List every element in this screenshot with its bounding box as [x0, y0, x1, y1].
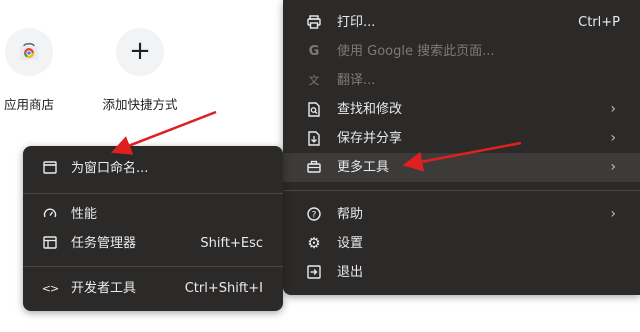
- save-share-icon: [305, 124, 323, 153]
- more-tools-submenu: 为窗口命名... 性能 任务管理器 Shift+Esc <> 开发者工具 Ctr…: [23, 146, 283, 311]
- add-shortcut-tile[interactable]: +: [116, 28, 164, 76]
- menu-divider: [283, 190, 640, 191]
- menu-item-save-share-label: 保存并分享: [337, 131, 403, 146]
- task-manager-icon: [41, 229, 59, 258]
- menu-item-translate[interactable]: 文 翻译...: [283, 66, 640, 95]
- translate-icon: 文: [308, 74, 320, 87]
- window-icon: [41, 154, 59, 183]
- help-icon-glyph: ?: [312, 211, 317, 221]
- submenu-item-task-manager[interactable]: 任务管理器 Shift+Esc: [23, 229, 283, 258]
- gauge-icon: [41, 200, 59, 229]
- submenu-item-name-window-label: 为窗口命名...: [71, 161, 149, 176]
- find-page-icon: [305, 95, 323, 124]
- submenu-divider: [23, 266, 283, 267]
- shortcut-web-store-tile[interactable]: [5, 28, 53, 76]
- submenu-item-performance[interactable]: 性能: [23, 200, 283, 229]
- menu-item-print-label: 打印...: [337, 15, 376, 30]
- menu-item-print-shortcut: Ctrl+P: [578, 15, 620, 30]
- shortcut-web-store-label: 应用商店: [3, 97, 54, 112]
- menu-item-find-edit[interactable]: 查找和修改 ›: [283, 95, 640, 124]
- chevron-right-icon: ›: [610, 101, 616, 117]
- annotation-arrow-name-window: [111, 110, 217, 155]
- menu-item-settings-label: 设置: [337, 236, 364, 251]
- submenu-item-dev-tools-label: 开发者工具: [71, 281, 137, 296]
- shortcut-web-store[interactable]: 应用商店: [0, 28, 84, 113]
- chrome-main-menu: 打印... Ctrl+P G 使用 Google 搜索此页面... 文 翻译..…: [283, 0, 640, 295]
- toolbox-icon: [305, 153, 323, 182]
- submenu-divider: [23, 193, 283, 194]
- submenu-item-task-manager-label: 任务管理器: [71, 236, 137, 251]
- menu-item-more-tools[interactable]: 更多工具 ›: [283, 153, 640, 182]
- add-shortcut-label: 添加快捷方式: [102, 97, 178, 112]
- submenu-item-name-window[interactable]: 为窗口命名...: [23, 154, 283, 183]
- help-icon: ?: [305, 200, 323, 229]
- menu-item-search-google[interactable]: G 使用 Google 搜索此页面...: [283, 37, 640, 66]
- exit-icon: [305, 258, 323, 287]
- submenu-item-performance-label: 性能: [71, 207, 98, 222]
- menu-item-print[interactable]: 打印... Ctrl+P: [283, 8, 640, 37]
- menu-item-translate-label: 翻译...: [337, 73, 376, 88]
- submenu-item-task-manager-shortcut: Shift+Esc: [200, 236, 263, 251]
- code-icon: <>: [41, 282, 59, 295]
- menu-item-exit[interactable]: 退出: [283, 258, 640, 287]
- menu-item-find-edit-label: 查找和修改: [337, 102, 403, 117]
- menu-item-settings[interactable]: ⚙ 设置: [283, 229, 640, 258]
- chevron-right-icon: ›: [610, 159, 616, 175]
- chevron-right-icon: ›: [610, 206, 616, 222]
- menu-item-help[interactable]: ? 帮助 ›: [283, 200, 640, 229]
- plus-icon: +: [129, 36, 151, 66]
- menu-item-more-tools-label: 更多工具: [337, 160, 390, 175]
- menu-item-save-share[interactable]: 保存并分享 ›: [283, 124, 640, 153]
- submenu-item-dev-tools[interactable]: <> 开发者工具 Ctrl+Shift+I: [23, 274, 283, 303]
- menu-item-search-google-label: 使用 Google 搜索此页面...: [337, 44, 495, 59]
- gear-icon: ⚙: [307, 234, 321, 252]
- google-icon: G: [308, 44, 320, 59]
- chevron-right-icon: ›: [610, 130, 616, 146]
- printer-icon: [305, 8, 323, 37]
- menu-item-exit-label: 退出: [337, 265, 364, 280]
- menu-item-help-label: 帮助: [337, 207, 364, 222]
- chrome-web-store-icon: [20, 43, 38, 60]
- submenu-item-dev-tools-shortcut: Ctrl+Shift+I: [184, 281, 263, 296]
- add-shortcut[interactable]: + 添加快捷方式: [85, 28, 195, 113]
